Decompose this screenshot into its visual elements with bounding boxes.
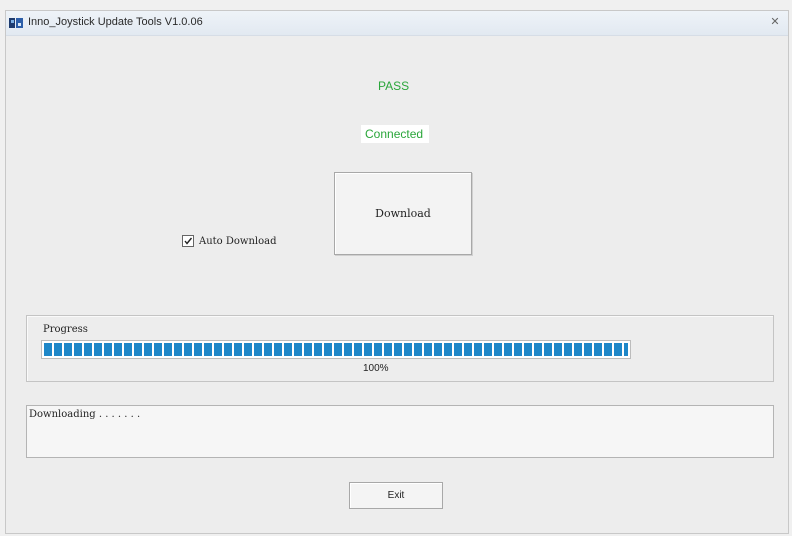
close-icon[interactable]: ✕ xyxy=(768,15,782,29)
checkmark-icon xyxy=(184,237,193,245)
result-status-label: PASS xyxy=(378,79,410,93)
update-tool-window: Inno_Joystick Update Tools V1.0.06 ✕ PAS… xyxy=(5,10,789,534)
log-text: Downloading . . . . . . . xyxy=(29,409,141,420)
app-icon xyxy=(9,16,23,28)
progress-percent: 100% xyxy=(363,363,389,374)
auto-download-option[interactable]: Auto Download xyxy=(182,235,277,247)
download-button[interactable]: Download xyxy=(334,172,472,255)
log-output[interactable]: Downloading . . . . . . . xyxy=(26,405,774,458)
progress-group: Progress 100% xyxy=(26,315,774,382)
auto-download-checkbox[interactable] xyxy=(182,235,194,247)
progress-legend: Progress xyxy=(43,324,88,335)
title-bar[interactable]: Inno_Joystick Update Tools V1.0.06 ✕ xyxy=(6,11,788,36)
auto-download-label: Auto Download xyxy=(199,235,277,247)
connection-status-label: Connected xyxy=(361,125,430,143)
progress-bar-fill xyxy=(44,343,628,356)
exit-button[interactable]: Exit xyxy=(349,482,443,509)
window-title: Inno_Joystick Update Tools V1.0.06 xyxy=(28,16,203,28)
progress-bar xyxy=(41,340,631,359)
